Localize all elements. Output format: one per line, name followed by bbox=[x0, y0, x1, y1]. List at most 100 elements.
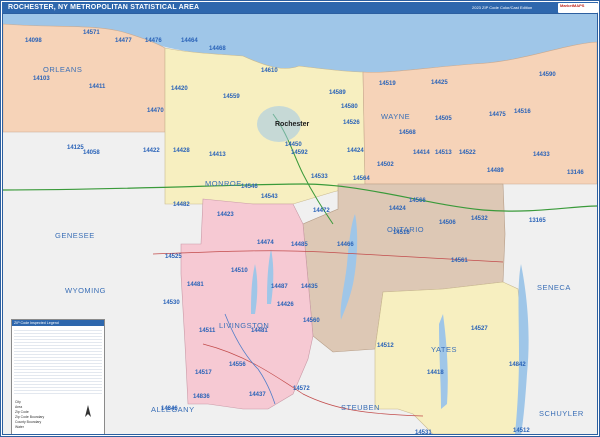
legend-heading: ZIP Code Inspected Legend bbox=[12, 320, 104, 326]
zip-label: 14433 bbox=[533, 152, 550, 158]
zip-label: 14502 bbox=[377, 162, 394, 168]
county-label-orleans: ORLEANS bbox=[43, 65, 82, 74]
zip-label: 14836 bbox=[193, 394, 210, 400]
map-subtitle: 2023 ZIP Code Color/Cast Edition bbox=[472, 5, 533, 10]
zip-label: 14559 bbox=[223, 94, 240, 100]
compass-icon bbox=[85, 405, 91, 417]
zip-label: 14487 bbox=[271, 284, 288, 290]
zip-label: 14511 bbox=[199, 328, 216, 334]
zip-label: 14422 bbox=[143, 148, 160, 154]
zip-label: 14476 bbox=[145, 38, 162, 44]
county-label-seneca: SENECA bbox=[537, 283, 571, 292]
title-bar: ROCHESTER, NY METROPOLITAN STATISTICAL A… bbox=[2, 2, 598, 13]
map-title: ROCHESTER, NY METROPOLITAN STATISTICAL A… bbox=[8, 4, 200, 11]
zip-label: 14561 bbox=[451, 258, 468, 264]
zip-label: 14516 bbox=[393, 230, 410, 236]
zip-label: 14516 bbox=[514, 109, 531, 115]
zip-label: 14580 bbox=[341, 104, 358, 110]
zip-label: 14411 bbox=[89, 84, 106, 90]
zip-label: 14475 bbox=[489, 112, 506, 118]
zip-label: 14846 bbox=[161, 406, 178, 412]
zip-label: 14058 bbox=[83, 150, 100, 156]
zip-label: 14592 bbox=[291, 150, 308, 156]
zip-label: 14510 bbox=[231, 268, 248, 274]
zip-label: 14450 bbox=[285, 142, 302, 148]
zip-label: 14556 bbox=[229, 362, 246, 368]
zip-label: 14482 bbox=[173, 202, 190, 208]
zip-label: 13165 bbox=[529, 218, 546, 224]
zip-label: 14513 bbox=[435, 150, 452, 156]
zip-label: 14571 bbox=[83, 30, 100, 36]
zip-label: 14477 bbox=[115, 38, 132, 44]
county-label-schuyler: SCHUYLER bbox=[539, 409, 584, 418]
zip-label: 14468 bbox=[209, 46, 226, 52]
county-label-wyoming: WYOMING bbox=[65, 286, 106, 295]
zip-label: 14472 bbox=[313, 208, 330, 214]
zip-label: 14572 bbox=[293, 386, 310, 392]
zip-label: 14424 bbox=[389, 206, 406, 212]
zip-label: 14560 bbox=[303, 318, 320, 324]
publisher-logo: MarketMAPS bbox=[558, 3, 598, 13]
zip-label: 14466 bbox=[337, 242, 354, 248]
legend-row: Zip Code bbox=[15, 410, 29, 414]
zip-label: 14425 bbox=[431, 80, 448, 86]
zip-label: 14533 bbox=[311, 174, 328, 180]
legend-row: Zip Code Boundary bbox=[15, 415, 45, 419]
zip-label: 13146 bbox=[567, 170, 584, 176]
map-legend: ZIP Code Inspected Legend City Area Zip … bbox=[11, 319, 105, 434]
zip-label: 14485 bbox=[291, 242, 308, 248]
zip-label: 14474 bbox=[257, 240, 274, 246]
zip-label: 14506 bbox=[439, 220, 456, 226]
zip-label: 14532 bbox=[471, 216, 488, 222]
zip-label: 14568 bbox=[399, 130, 416, 136]
zip-label: 14543 bbox=[261, 194, 278, 200]
zip-label: 14517 bbox=[195, 370, 212, 376]
county-label-steuben: STEUBEN bbox=[341, 403, 380, 412]
zip-label: 14590 bbox=[539, 72, 556, 78]
zip-label: 14505 bbox=[435, 116, 452, 122]
logo-name: MarketMAPS bbox=[560, 3, 585, 8]
zip-label: 14489 bbox=[487, 168, 504, 174]
zip-label: 14566 bbox=[409, 198, 426, 204]
zip-label: 14527 bbox=[471, 326, 488, 332]
zip-label: 14512 bbox=[513, 428, 530, 434]
zip-label: 14481 bbox=[251, 328, 268, 334]
zip-label: 14426 bbox=[277, 302, 294, 308]
zip-label: 14424 bbox=[347, 148, 364, 154]
city-label: Rochester bbox=[275, 121, 310, 128]
zip-label: 14564 bbox=[353, 176, 370, 182]
zip-label: 14530 bbox=[163, 300, 180, 306]
zip-label: 14414 bbox=[413, 150, 430, 156]
zip-label: 14842 bbox=[509, 362, 526, 368]
zip-label: 14435 bbox=[301, 284, 318, 290]
legend-table bbox=[14, 328, 102, 396]
zip-label: 14610 bbox=[261, 68, 278, 74]
zip-label: 14437 bbox=[249, 392, 266, 398]
zip-label: 14589 bbox=[329, 90, 346, 96]
zip-label: 14413 bbox=[209, 152, 226, 158]
zip-label: 14519 bbox=[379, 81, 396, 87]
legend-row: City bbox=[15, 400, 21, 404]
zip-label: 14512 bbox=[377, 343, 394, 349]
county-label-genesee: GENESEE bbox=[55, 231, 95, 240]
zip-label: 14420 bbox=[171, 86, 188, 92]
legend-row: Water bbox=[15, 425, 24, 429]
zip-label: 14098 bbox=[25, 38, 42, 44]
zip-label: 14103 bbox=[33, 76, 50, 82]
zip-label: 14546 bbox=[241, 184, 258, 190]
zip-label: 14470 bbox=[147, 108, 164, 114]
county-label-monroe: MONROE bbox=[205, 179, 242, 188]
county-label-yates: YATES bbox=[431, 345, 457, 354]
legend-row: Area bbox=[15, 405, 23, 409]
zip-label: 14423 bbox=[217, 212, 234, 218]
zip-label: 14522 bbox=[459, 150, 476, 156]
zip-label: 14464 bbox=[181, 38, 198, 44]
zip-label: 14525 bbox=[165, 254, 182, 260]
zip-label: 14418 bbox=[427, 370, 444, 376]
zip-label: 14481 bbox=[187, 282, 204, 288]
map-canvas[interactable]: Rochester ORLEANS MONROE WAYNE GENESEE L… bbox=[2, 13, 598, 435]
county-label-wayne: WAYNE bbox=[381, 112, 410, 121]
legend-row: County Boundary bbox=[15, 420, 42, 424]
zip-label: 14526 bbox=[343, 120, 360, 126]
zip-label: 14125 bbox=[67, 145, 84, 151]
